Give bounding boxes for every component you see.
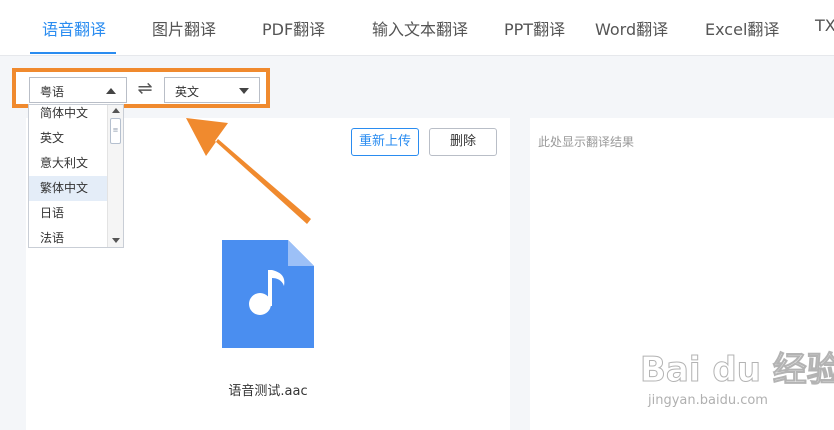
scroll-down-icon[interactable] bbox=[112, 238, 120, 243]
tab-txt-translate[interactable]: TX bbox=[815, 16, 834, 35]
tab-bar: 语音翻译 图片翻译 PDF翻译 输入文本翻译 PPT翻译 Word翻译 Exce… bbox=[0, 0, 834, 56]
caret-up-icon bbox=[106, 88, 116, 94]
dropdown-option[interactable]: 英文 bbox=[29, 126, 107, 151]
caret-down-icon bbox=[239, 88, 249, 94]
swap-arrows-icon[interactable]: ⇌ bbox=[134, 79, 156, 99]
delete-button[interactable]: 删除 bbox=[429, 128, 497, 156]
language-selector-bar: 粤语 ⇌ 英文 bbox=[12, 68, 270, 108]
scroll-up-icon[interactable] bbox=[112, 108, 120, 113]
dropdown-option[interactable]: 法语 bbox=[29, 226, 107, 247]
file-name: 语音测试.aac bbox=[228, 384, 308, 399]
tab-word-translate[interactable]: Word翻译 bbox=[595, 16, 668, 40]
tab-pdf-translate[interactable]: PDF翻译 bbox=[262, 16, 325, 40]
target-language-select[interactable]: 英文 bbox=[164, 77, 260, 103]
tab-excel-translate[interactable]: Excel翻译 bbox=[705, 16, 779, 40]
dropdown-option[interactable]: 意大利文 bbox=[29, 151, 107, 176]
source-language-dropdown: 简体中文 英文 意大利文 繁体中文 日语 法语 ≡ bbox=[28, 104, 124, 248]
audio-file-icon[interactable] bbox=[222, 240, 314, 348]
dropdown-scrollbar[interactable]: ≡ bbox=[107, 105, 123, 247]
tab-text-translate[interactable]: 输入文本翻译 bbox=[372, 16, 468, 40]
active-tab-indicator bbox=[30, 52, 116, 54]
result-placeholder: 此处显示翻译结果 bbox=[538, 135, 635, 149]
dropdown-option[interactable]: 简体中文 bbox=[29, 105, 107, 126]
source-language-value: 粤语 bbox=[40, 85, 65, 99]
source-language-select[interactable]: 粤语 bbox=[29, 77, 127, 103]
result-panel: 此处显示翻译结果 bbox=[530, 118, 834, 430]
target-language-value: 英文 bbox=[175, 85, 200, 99]
dropdown-option[interactable]: 日语 bbox=[29, 201, 107, 226]
scroll-thumb[interactable]: ≡ bbox=[110, 118, 121, 144]
tab-ppt-translate[interactable]: PPT翻译 bbox=[504, 16, 565, 40]
dropdown-option-selected[interactable]: 繁体中文 bbox=[29, 176, 107, 201]
reupload-button[interactable]: 重新上传 bbox=[351, 128, 419, 156]
tab-image-translate[interactable]: 图片翻译 bbox=[152, 16, 216, 40]
tab-voice-translate[interactable]: 语音翻译 bbox=[42, 16, 106, 40]
